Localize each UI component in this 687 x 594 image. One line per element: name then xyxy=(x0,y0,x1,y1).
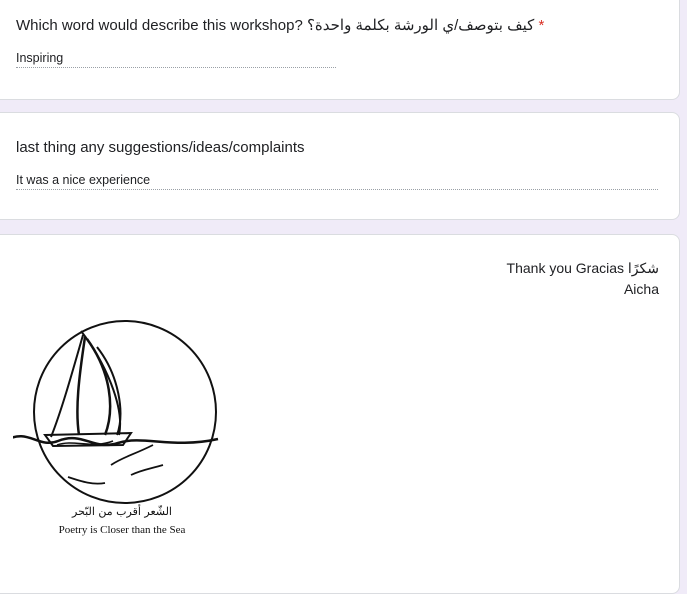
required-asterisk: * xyxy=(538,17,545,34)
thank-you-text: Thank you Gracias شكرًا xyxy=(506,260,659,276)
question-card-suggestions: last thing any suggestions/ideas/complai… xyxy=(0,112,680,220)
logo-english-text: Poetry is Closer than the Sea xyxy=(58,524,186,536)
question-title: last thing any suggestions/ideas/complai… xyxy=(16,139,305,156)
question-card-describe-workshop: Which word would describe this workshop?… xyxy=(0,0,680,100)
answer-field[interactable]: Inspiring xyxy=(16,51,336,68)
signature-text: Aicha xyxy=(623,281,659,297)
answer-field[interactable]: It was a nice experience xyxy=(16,173,658,190)
question-title-text: Which word would describe this workshop?… xyxy=(16,17,535,34)
logo-arabic-text: الشّعر أقرب من البّحر xyxy=(72,505,172,518)
closing-card: Thank you Gracias شكرًا Aicha الشّعر أقر… xyxy=(0,234,680,594)
question-title: Which word would describe this workshop?… xyxy=(16,16,544,34)
